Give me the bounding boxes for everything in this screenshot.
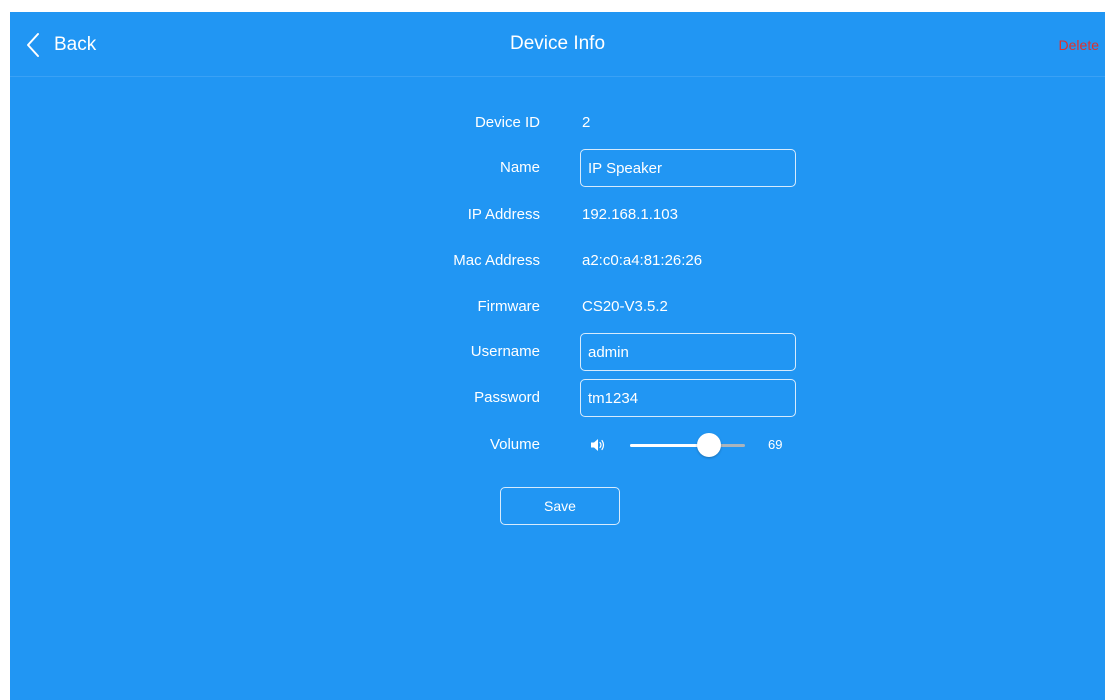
username-row: Username bbox=[10, 333, 1105, 371]
mac-address-label: Mac Address bbox=[453, 252, 540, 269]
top-bar: Back Device Info Delete bbox=[10, 12, 1105, 77]
device-id-row: Device ID 2 bbox=[10, 104, 1105, 142]
device-info-screen: Back Device Info Delete Device ID 2 Name… bbox=[10, 12, 1105, 700]
volume-slider-thumb[interactable] bbox=[697, 433, 722, 457]
username-field[interactable] bbox=[580, 333, 796, 371]
volume-row: Volume 69 bbox=[10, 426, 1105, 464]
password-field[interactable] bbox=[580, 379, 796, 417]
name-label: Name bbox=[499, 159, 540, 176]
password-row: Password bbox=[10, 379, 1105, 417]
volume-slider[interactable] bbox=[630, 426, 745, 464]
volume-label: Volume bbox=[489, 436, 540, 453]
firmware-value: CS20-V3.5.2 bbox=[582, 298, 668, 315]
username-label: Username bbox=[470, 343, 540, 360]
name-field[interactable] bbox=[580, 149, 796, 187]
mac-address-value: a2:c0:a4:81:26:26 bbox=[582, 252, 703, 269]
save-button[interactable]: Save bbox=[500, 487, 620, 525]
volume-value: 69 bbox=[768, 437, 783, 452]
firmware-row: Firmware CS20-V3.5.2 bbox=[10, 288, 1105, 326]
delete-button[interactable]: Delete bbox=[1059, 37, 1099, 53]
password-label: Password bbox=[474, 389, 540, 406]
ip-address-row: IP Address 192.168.1.103 bbox=[10, 196, 1105, 234]
mac-address-row: Mac Address a2:c0:a4:81:26:26 bbox=[10, 242, 1105, 280]
device-id-value: 2 bbox=[582, 114, 591, 131]
ip-address-value: 192.168.1.103 bbox=[582, 206, 678, 223]
device-id-label: Device ID bbox=[474, 114, 540, 131]
ip-address-label: IP Address bbox=[467, 206, 540, 223]
page-title: Device Info bbox=[509, 33, 606, 54]
name-row: Name bbox=[10, 149, 1105, 187]
firmware-label: Firmware bbox=[477, 298, 541, 315]
speaker-icon bbox=[590, 438, 606, 457]
